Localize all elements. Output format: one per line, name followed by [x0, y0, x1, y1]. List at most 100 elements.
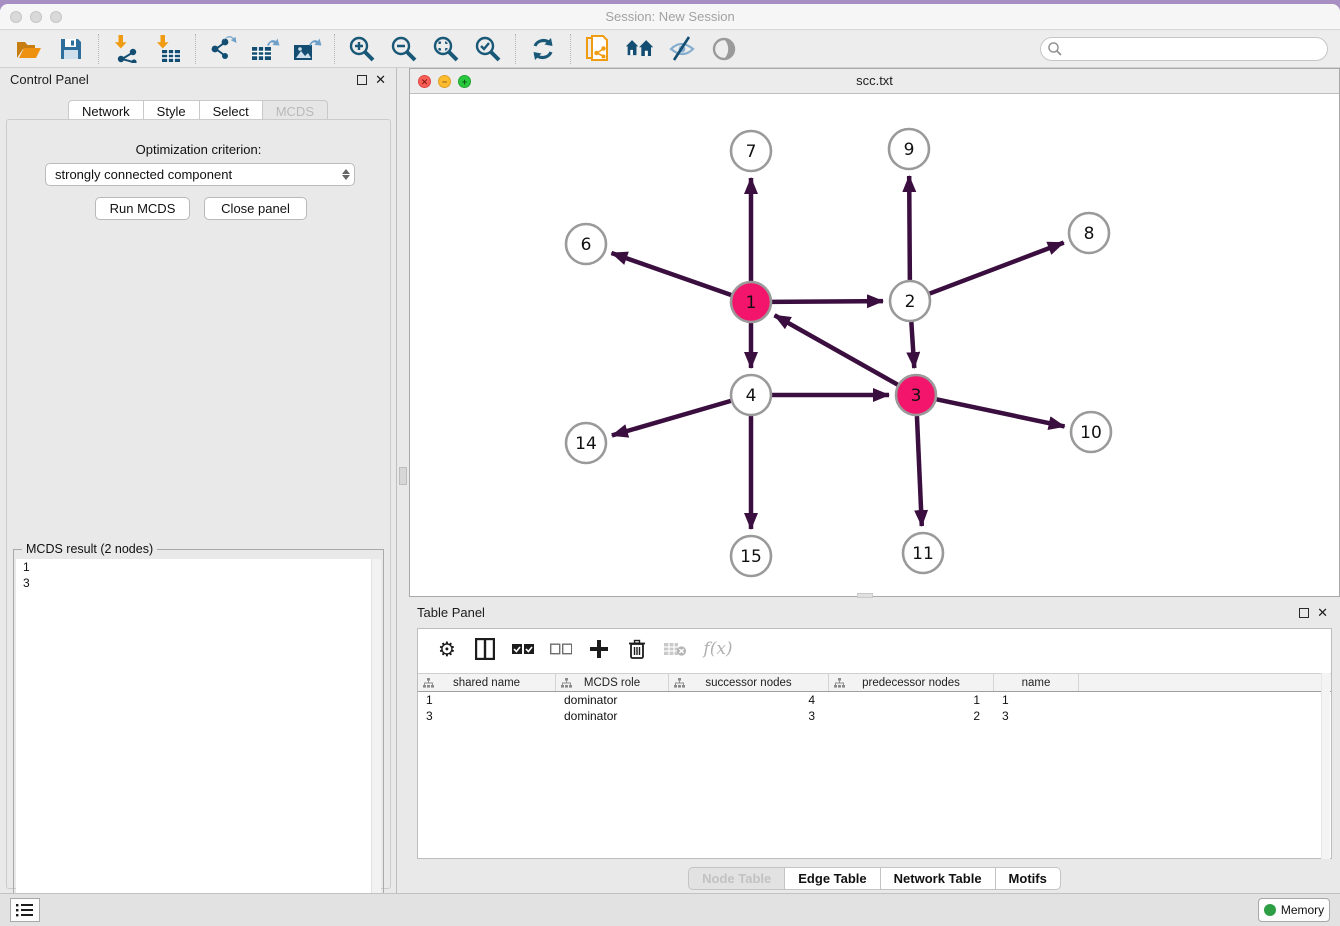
result-line: 3: [16, 575, 381, 591]
table-cell[interactable]: 1: [829, 692, 994, 708]
column-header-shared-name[interactable]: shared name: [418, 674, 556, 691]
table-container: ⚙: [417, 628, 1332, 859]
open-session-icon[interactable]: [14, 34, 44, 64]
table-cell[interactable]: dominator: [556, 692, 669, 708]
import-network-icon[interactable]: [111, 34, 141, 64]
mcds-result-group: MCDS result (2 nodes) 13: [13, 549, 384, 926]
search-input[interactable]: [1063, 42, 1327, 56]
deselect-all-columns-icon[interactable]: [547, 635, 575, 663]
mcds-result-title: MCDS result (2 nodes): [22, 542, 157, 556]
column-header-label: shared name: [453, 677, 520, 689]
optimization-criterion-label: Optimization criterion:: [7, 142, 390, 157]
float-table-panel-icon[interactable]: [1299, 608, 1309, 618]
tab-network-table[interactable]: Network Table: [881, 867, 996, 890]
table-toolbar: ⚙: [418, 629, 1331, 669]
delete-table-icon-disabled: [661, 635, 689, 663]
vertical-splitter-handle[interactable]: [399, 467, 407, 485]
close-panel-icon[interactable]: ✕: [375, 73, 386, 87]
toolbar-separator: [195, 34, 196, 64]
window-title: Session: New Session: [0, 9, 1340, 24]
column-layout-icon[interactable]: [471, 635, 499, 663]
network-graph[interactable]: 7968124314101511: [410, 94, 1339, 596]
zoom-out-icon[interactable]: [389, 34, 419, 64]
delete-column-icon[interactable]: [623, 635, 651, 663]
table-cell[interactable]: 1: [994, 692, 1079, 708]
table-cell[interactable]: 3: [418, 708, 556, 724]
graph-node-label-3: 3: [911, 386, 922, 406]
close-table-panel-icon[interactable]: ✕: [1317, 606, 1328, 620]
attribute-settings-icon[interactable]: ⚙: [433, 635, 461, 663]
function-builder-icon-disabled: f(x): [699, 635, 737, 663]
task-history-button[interactable]: [10, 898, 40, 922]
add-column-icon[interactable]: [585, 635, 613, 663]
table-cell[interactable]: 1: [418, 692, 556, 708]
export-table-icon[interactable]: [250, 34, 280, 64]
graph-edge-1-2[interactable]: [772, 301, 883, 302]
show-eye-icon[interactable]: [709, 34, 739, 64]
horizontal-splitter-handle[interactable]: [857, 593, 873, 598]
memory-label: Memory: [1281, 903, 1324, 917]
apply-layout-icon[interactable]: [528, 34, 558, 64]
graph-node-label-10: 10: [1080, 423, 1102, 443]
select-all-columns-icon[interactable]: [509, 635, 537, 663]
zoom-in-icon[interactable]: [347, 34, 377, 64]
tab-motifs[interactable]: Motifs: [996, 867, 1061, 890]
run-mcds-button[interactable]: Run MCDS: [95, 197, 190, 220]
graph-edge-2-8[interactable]: [930, 243, 1064, 294]
table-cell[interactable]: 3: [669, 708, 829, 724]
toolbar-separator: [334, 34, 335, 64]
graph-node-label-11: 11: [912, 544, 934, 564]
column-header-successor-nodes[interactable]: successor nodes: [669, 674, 829, 691]
search-icon: [1047, 41, 1063, 57]
table-scrollbar[interactable]: [1321, 673, 1330, 859]
float-panel-icon[interactable]: [357, 75, 367, 85]
column-header-predecessor-nodes[interactable]: predecessor nodes: [829, 674, 994, 691]
control-panel-title: Control Panel: [10, 72, 89, 87]
memory-button[interactable]: Memory: [1258, 898, 1330, 922]
export-image-icon[interactable]: [292, 34, 322, 64]
column-header-name[interactable]: name: [994, 674, 1079, 691]
tab-edge-table[interactable]: Edge Table: [785, 867, 880, 890]
graph-node-label-9: 9: [904, 140, 915, 160]
save-session-icon[interactable]: [56, 34, 86, 64]
table-tabs: Node TableEdge TableNetwork TableMotifs: [409, 867, 1340, 890]
graph-edge-1-6[interactable]: [611, 253, 731, 295]
table-cell[interactable]: 2: [829, 708, 994, 724]
table-cell[interactable]: dominator: [556, 708, 669, 724]
zoom-selected-icon[interactable]: [473, 34, 503, 64]
toolbar-separator: [515, 34, 516, 64]
graph-edge-2-9[interactable]: [909, 176, 910, 280]
network-window-title: scc.txt: [410, 73, 1339, 88]
search-box: [1040, 37, 1328, 61]
home-view-icon[interactable]: [625, 34, 655, 64]
main-toolbar: [0, 31, 1340, 68]
table-cell[interactable]: 4: [669, 692, 829, 708]
table-row[interactable]: 3dominator323: [418, 708, 1331, 724]
close-panel-button[interactable]: Close panel: [204, 197, 307, 220]
table-cell[interactable]: 3: [994, 708, 1079, 724]
column-header-label: name: [1022, 677, 1051, 689]
control-panel: Control Panel ✕ NetworkStyleSelectMCDS O…: [0, 68, 397, 897]
table-row[interactable]: 1dominator411: [418, 692, 1331, 708]
graph-node-label-1: 1: [746, 293, 757, 313]
graph-edge-2-3[interactable]: [911, 322, 914, 368]
import-table-icon[interactable]: [153, 34, 183, 64]
zoom-fit-icon[interactable]: [431, 34, 461, 64]
optimization-criterion-select[interactable]: strongly connected component: [45, 163, 355, 186]
column-header-MCDS-role[interactable]: MCDS role: [556, 674, 669, 691]
table-panel-title: Table Panel: [417, 605, 485, 620]
graph-edge-3-10[interactable]: [937, 399, 1065, 426]
graph-edge-3-11[interactable]: [917, 416, 922, 526]
mcds-result-list[interactable]: 13: [16, 559, 381, 926]
network-canvas[interactable]: 7968124314101511: [410, 94, 1339, 596]
application-window: Session: New Session: [0, 4, 1340, 926]
dropdown-stepper-icon: [338, 164, 354, 185]
export-network-icon[interactable]: [208, 34, 238, 64]
hide-eye-icon[interactable]: [667, 34, 697, 64]
duplicate-network-icon[interactable]: [583, 34, 613, 64]
tab-node-table[interactable]: Node Table: [688, 867, 785, 890]
graph-edge-4-14[interactable]: [612, 401, 731, 436]
result-scrollbar[interactable]: [371, 559, 381, 926]
graph-edge-3-1[interactable]: [775, 315, 898, 384]
result-line: 1: [16, 559, 381, 575]
